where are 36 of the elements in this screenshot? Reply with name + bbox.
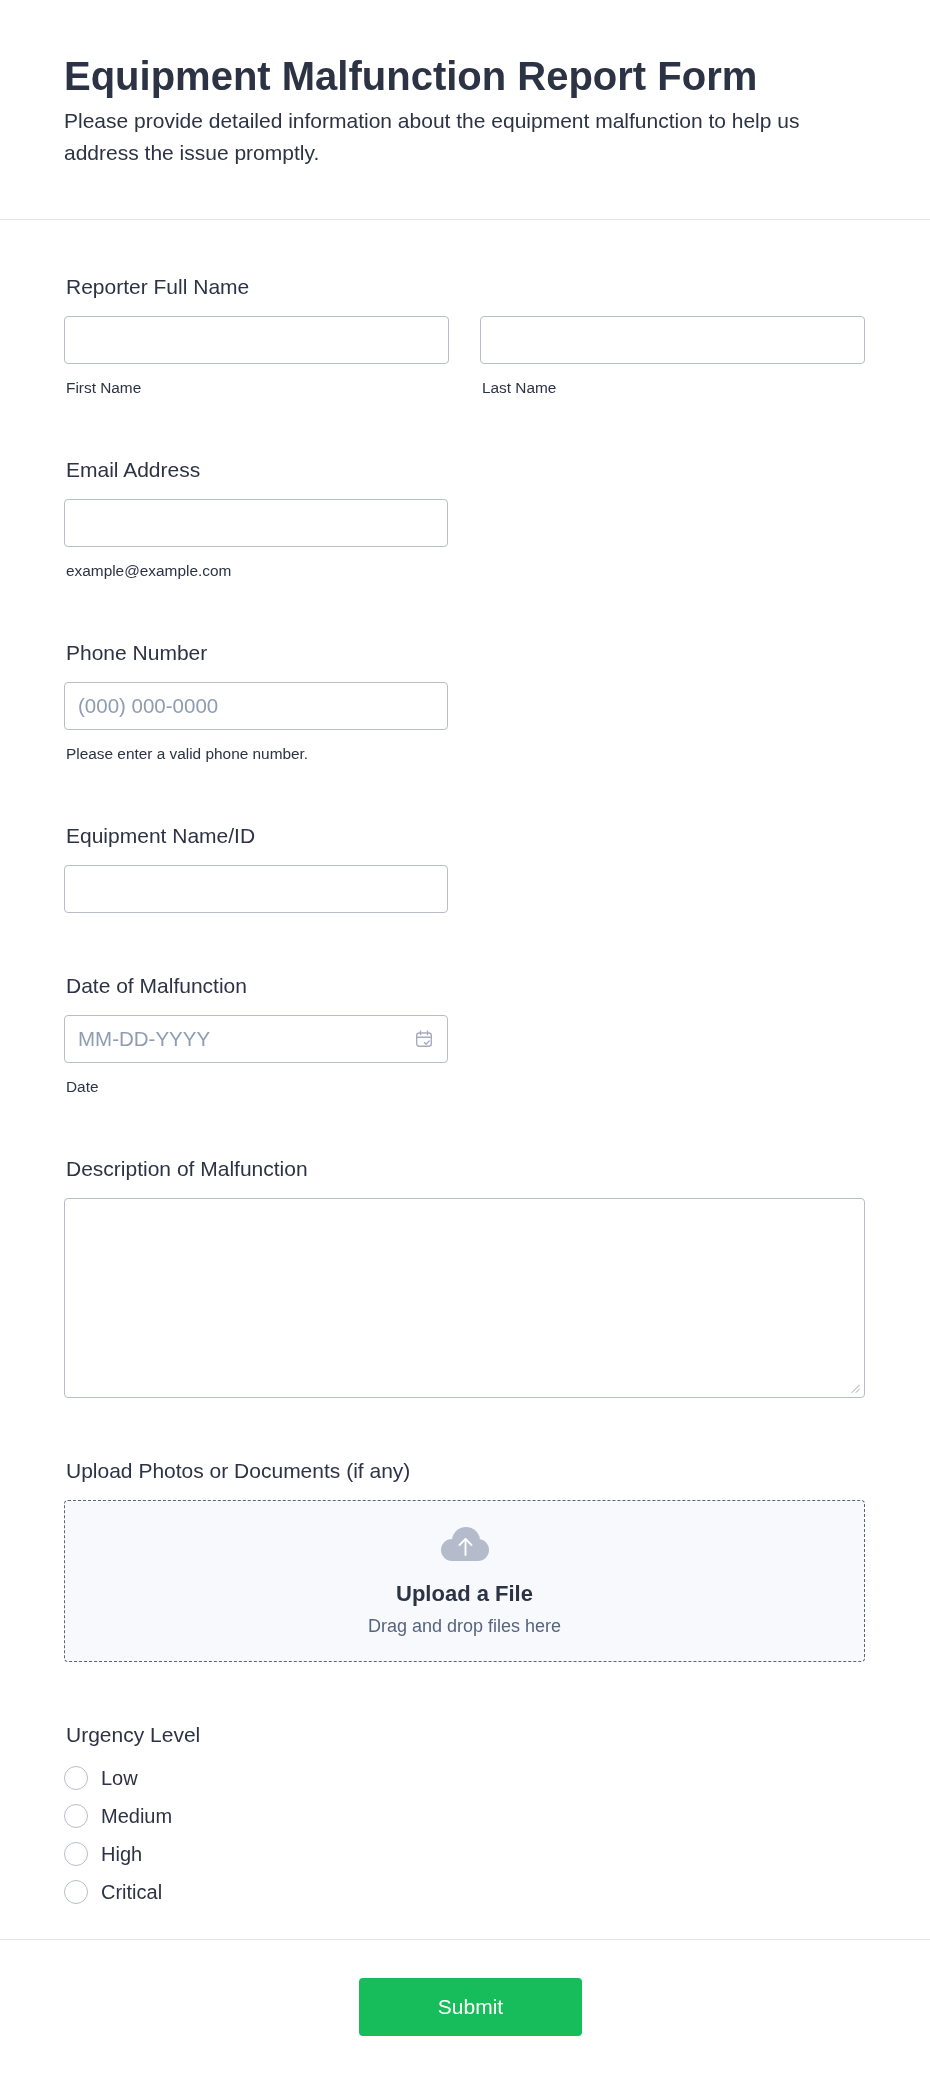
upload-dropzone[interactable]: Upload a File Drag and drop files here <box>64 1500 865 1662</box>
radio-button[interactable] <box>64 1842 88 1866</box>
field-sublabel: Last Name <box>482 379 557 397</box>
input-field[interactable] <box>480 316 865 364</box>
radio-label[interactable]: Medium <box>101 1804 173 1828</box>
field-label: Reporter Full Name <box>66 275 250 299</box>
field-sublabel: Date <box>66 1078 99 1096</box>
resize-grip-icon <box>851 1384 860 1393</box>
text-area[interactable] <box>64 1198 865 1398</box>
calendar-icon <box>415 1030 433 1048</box>
field-label: Email Address <box>66 458 201 482</box>
input-field[interactable] <box>64 499 448 547</box>
cloud-upload-icon <box>440 1527 489 1561</box>
field-label: Upload Photos or Documents (if any) <box>66 1459 411 1483</box>
radio-label[interactable]: High <box>101 1842 143 1866</box>
input-field[interactable] <box>64 865 448 913</box>
form-title: Equipment Malfunction Report Form <box>64 53 758 100</box>
field-sublabel: Please enter a valid phone number. <box>66 745 309 763</box>
field-label: Equipment Name/ID <box>66 824 256 848</box>
radio-button[interactable] <box>64 1766 88 1790</box>
upload-hint: Drag and drop files here <box>367 1615 562 1638</box>
field-sublabel: First Name <box>66 379 142 397</box>
field-sublabel: example@example.com <box>66 562 232 580</box>
radio-button[interactable] <box>64 1804 88 1828</box>
input-field[interactable] <box>64 316 449 364</box>
field-label: Description of Malfunction <box>66 1157 308 1181</box>
form-description: Please provide detailed information about the equipment malfunction to help us address the issue promptly. <box>64 108 801 166</box>
field-label: Date of Malfunction <box>66 974 247 998</box>
field-label: Phone Number <box>66 641 208 665</box>
upload-title: Upload a File <box>396 1580 533 1608</box>
radio-label[interactable]: Low <box>101 1766 138 1790</box>
input-field[interactable]: (000) 000-0000 <box>64 682 448 730</box>
radio-label[interactable]: Critical <box>101 1880 163 1904</box>
field-label: Urgency Level <box>66 1723 201 1747</box>
date-field[interactable]: MM-DD-YYYY <box>64 1015 448 1063</box>
radio-button[interactable] <box>64 1880 88 1904</box>
